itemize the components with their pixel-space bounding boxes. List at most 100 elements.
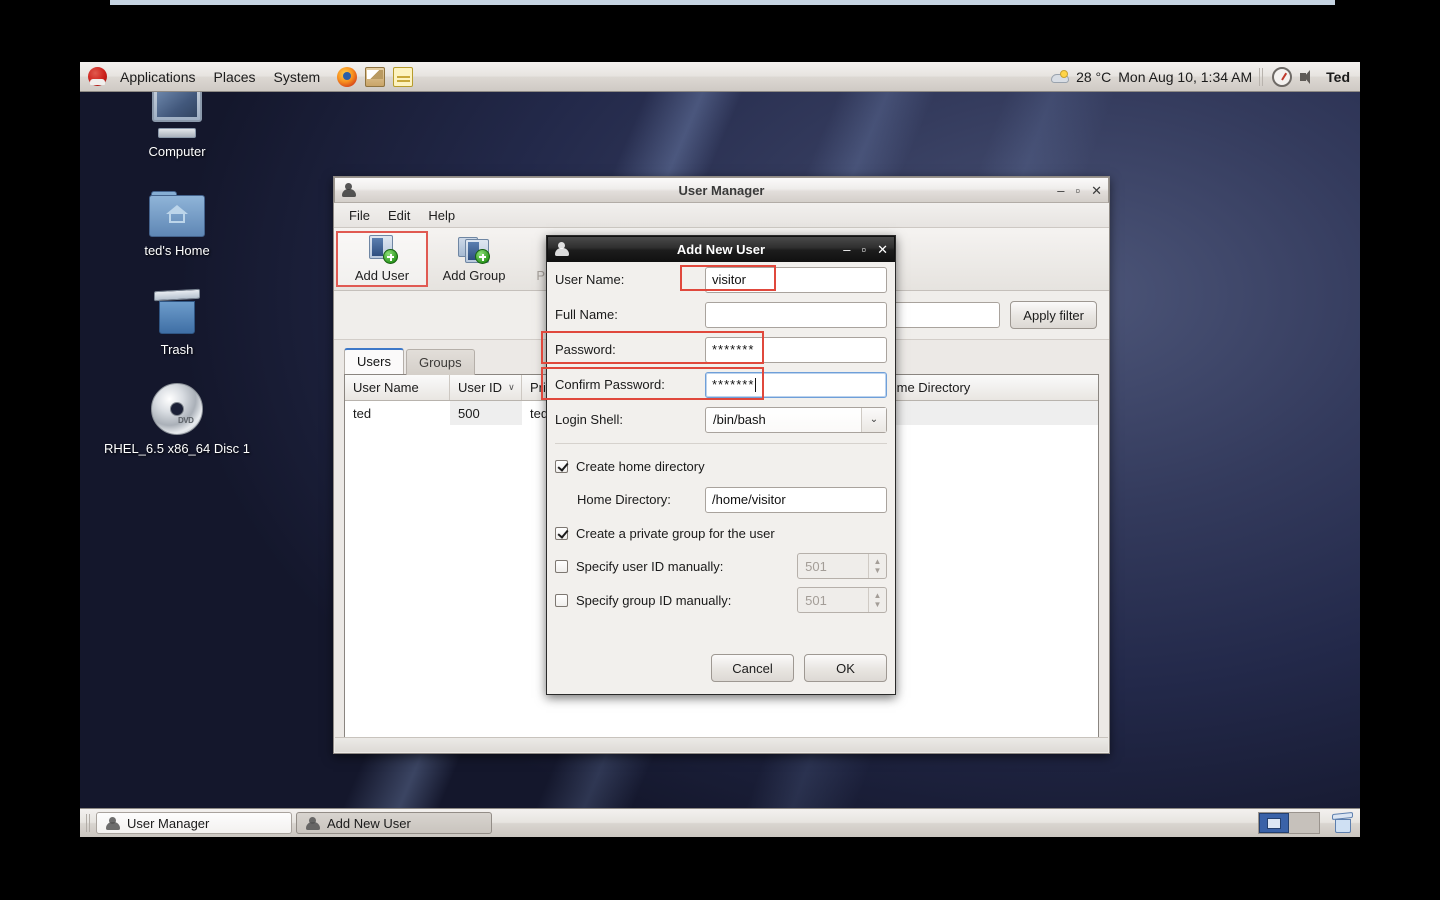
user-manager-titlebar[interactable]: User Manager – ▫ ✕ bbox=[334, 177, 1109, 203]
add-group-icon bbox=[458, 235, 490, 265]
clock[interactable]: Mon Aug 10, 1:34 AM bbox=[1118, 69, 1252, 85]
specify-group-id-label: Specify group ID manually: bbox=[576, 592, 732, 608]
specify-group-id-row[interactable]: Specify group ID manually: 501 ▲ ▼ bbox=[547, 583, 895, 617]
tab-users[interactable]: Users bbox=[344, 348, 404, 374]
taskbar-item-label: User Manager bbox=[127, 815, 210, 831]
desktop-icon-dvd[interactable]: DVD RHEL_6.5 x86_64 Disc 1 bbox=[88, 379, 266, 456]
workspace-switcher[interactable] bbox=[1258, 812, 1320, 834]
confirm-password-label: Confirm Password: bbox=[555, 377, 665, 392]
panel-menu-group: Applications Places System bbox=[80, 66, 329, 88]
workspace-1[interactable] bbox=[1259, 813, 1289, 833]
taskbar-item-add-new-user[interactable]: Add New User bbox=[296, 812, 492, 834]
maximize-icon[interactable]: ▫ bbox=[1075, 184, 1080, 197]
trash-applet-icon[interactable] bbox=[1332, 811, 1354, 833]
menu-places[interactable]: Places bbox=[205, 66, 265, 88]
login-shell-select[interactable]: /bin/bash ⌄ bbox=[705, 406, 887, 433]
volume-icon[interactable] bbox=[1299, 69, 1317, 85]
add-user-button[interactable]: Add User bbox=[336, 231, 428, 287]
home-directory-input[interactable]: /home/visitor bbox=[705, 486, 887, 513]
column-header-user-name[interactable]: User Name bbox=[345, 375, 450, 400]
full-name-label: Full Name: bbox=[555, 307, 618, 322]
add-user-dialog-title: Add New User bbox=[676, 241, 766, 257]
specify-user-id-checkbox[interactable] bbox=[555, 559, 568, 573]
system-monitor-icon[interactable] bbox=[1272, 66, 1293, 87]
minimize-icon[interactable]: – bbox=[1057, 184, 1064, 197]
add-new-user-dialog[interactable]: Add New User – ▫ ✕ User Name: visitor Fu… bbox=[546, 235, 896, 695]
cancel-button[interactable]: Cancel bbox=[711, 654, 794, 682]
taskbar-item-user-manager[interactable]: User Manager bbox=[96, 812, 292, 834]
cell-user-id: 500 bbox=[450, 401, 522, 425]
confirm-password-row: Confirm Password: ******* bbox=[547, 367, 895, 402]
workspace-2[interactable] bbox=[1289, 813, 1319, 833]
full-name-row: Full Name: bbox=[547, 297, 895, 332]
create-private-group-row[interactable]: Create a private group for the user bbox=[547, 517, 895, 549]
password-row: Password: ******* bbox=[547, 332, 895, 367]
taskbar-item-label: Add New User bbox=[327, 815, 411, 831]
close-icon[interactable]: ✕ bbox=[877, 243, 888, 256]
add-user-label: Add User bbox=[354, 268, 410, 283]
user-name-input[interactable]: visitor bbox=[705, 266, 887, 293]
create-home-directory-checkbox[interactable] bbox=[555, 459, 568, 473]
apply-filter-button[interactable]: Apply filter bbox=[1010, 301, 1097, 329]
weather-temperature[interactable]: 28 °C bbox=[1076, 69, 1111, 85]
stepper-arrows-icon: ▲ ▼ bbox=[868, 554, 886, 578]
user-manager-window-controls: – ▫ ✕ bbox=[1057, 184, 1102, 197]
ok-button[interactable]: OK bbox=[804, 654, 887, 682]
specify-user-id-row[interactable]: Specify user ID manually: 501 ▲ ▼ bbox=[547, 549, 895, 583]
user-id-value: 501 bbox=[805, 558, 827, 574]
menu-system[interactable]: System bbox=[265, 66, 330, 88]
add-user-dialog-app-icon bbox=[554, 241, 570, 257]
column-header-home-directory[interactable]: Home Directory bbox=[872, 375, 1098, 400]
cell-home-directory bbox=[872, 401, 1098, 425]
menu-edit[interactable]: Edit bbox=[379, 205, 419, 226]
user-manager-task-icon bbox=[105, 816, 120, 831]
create-private-group-checkbox[interactable] bbox=[555, 526, 568, 540]
text-editor-icon[interactable] bbox=[393, 66, 414, 87]
user-manager-title: User Manager bbox=[678, 182, 765, 198]
add-user-form: User Name: visitor Full Name: Password: … bbox=[547, 262, 895, 617]
add-group-button[interactable]: Add Group bbox=[428, 231, 520, 287]
login-shell-label: Login Shell: bbox=[555, 412, 623, 427]
user-name-label: User Name: bbox=[555, 272, 625, 287]
login-shell-row: Login Shell: /bin/bash ⌄ bbox=[547, 402, 895, 437]
dvd-disc-icon: DVD bbox=[88, 379, 266, 435]
desktop-icon-label: RHEL_6.5 x86_64 Disc 1 bbox=[104, 441, 250, 456]
confirm-password-input[interactable]: ******* bbox=[705, 371, 887, 398]
specify-group-id-checkbox[interactable] bbox=[555, 593, 568, 607]
create-home-directory-label: Create home directory bbox=[576, 458, 705, 474]
desktop-icon-trash[interactable]: Trash bbox=[88, 280, 266, 357]
desktop-icon-label: ted's Home bbox=[144, 243, 210, 258]
menu-help[interactable]: Help bbox=[419, 205, 464, 226]
user-id-stepper: 501 ▲ ▼ bbox=[797, 553, 887, 579]
desktop-icon-home[interactable]: ted's Home bbox=[88, 181, 266, 258]
desktop-icon-label: Computer bbox=[148, 144, 206, 159]
minimize-icon[interactable]: – bbox=[843, 243, 850, 256]
menu-applications[interactable]: Applications bbox=[111, 66, 205, 88]
panel-grip bbox=[86, 814, 92, 832]
maximize-icon[interactable]: ▫ bbox=[861, 243, 866, 256]
create-private-group-label: Create a private group for the user bbox=[576, 525, 775, 541]
desktop-icon-computer[interactable]: Computer bbox=[88, 82, 266, 159]
text-cursor bbox=[755, 377, 757, 392]
create-home-directory-row[interactable]: Create home directory bbox=[547, 450, 895, 482]
group-id-value: 501 bbox=[805, 592, 827, 608]
user-manager-menubar: File Edit Help bbox=[334, 203, 1109, 228]
column-header-user-id[interactable]: User ID ∨ bbox=[450, 375, 522, 400]
firefox-icon[interactable] bbox=[337, 66, 358, 87]
evolution-mail-icon[interactable] bbox=[365, 66, 386, 87]
password-label: Password: bbox=[555, 342, 616, 357]
weather-icon bbox=[1051, 70, 1070, 83]
menu-file[interactable]: File bbox=[340, 205, 379, 226]
close-icon[interactable]: ✕ bbox=[1091, 184, 1102, 197]
password-input[interactable]: ******* bbox=[705, 336, 887, 363]
add-user-dialog-titlebar[interactable]: Add New User – ▫ ✕ bbox=[547, 236, 895, 262]
user-manager-app-icon bbox=[341, 182, 357, 198]
trash-icon bbox=[88, 280, 266, 336]
stepper-arrows-icon: ▲ ▼ bbox=[868, 588, 886, 612]
panel-status-area: 28 °C Mon Aug 10, 1:34 AM Ted bbox=[1051, 66, 1360, 87]
tab-groups[interactable]: Groups bbox=[405, 349, 475, 375]
full-name-input[interactable] bbox=[705, 301, 887, 328]
current-user-label[interactable]: Ted bbox=[1324, 69, 1350, 85]
desktop-icon-label: Trash bbox=[160, 342, 194, 357]
home-directory-label: Home Directory: bbox=[577, 492, 671, 507]
